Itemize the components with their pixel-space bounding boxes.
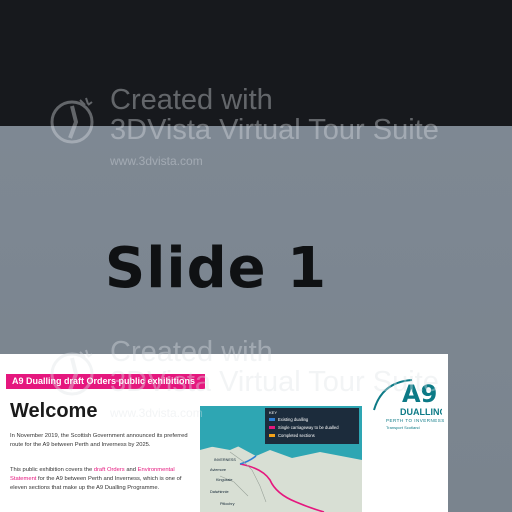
map-legend: KEY Existing dualling Single carriageway… — [265, 408, 359, 444]
exhibition-paragraph-end: for the A9 between Perth and Inverness, … — [10, 476, 182, 491]
exhibition-paragraph-mid: and — [124, 467, 138, 473]
exhibition-banner: A9 Dualling draft Orders public exhibiti… — [6, 374, 206, 389]
logo-letters: A9 — [402, 380, 437, 408]
legend-row: Completed sections — [269, 433, 315, 439]
a9-dualling-logo: A9 DUALLING — [373, 379, 442, 417]
tour-viewer: Slide 1 A9 Dualling draft Orders public … — [0, 0, 512, 512]
legend-row: Existing dualling — [269, 417, 308, 423]
legend-row: Single carriageway to be dualled — [269, 425, 339, 431]
legend-label: Single carriageway to be dualled — [278, 425, 339, 430]
slide-title: Slide 1 — [104, 236, 328, 301]
exhibition-paragraph: This public exhibition covers the draft … — [10, 466, 196, 493]
legend-label: Completed sections — [278, 433, 315, 438]
top-band — [0, 0, 512, 126]
welcome-heading: Welcome — [10, 400, 98, 422]
exhibition-panel[interactable]: A9 Dualling draft Orders public exhibiti… — [0, 354, 448, 512]
draft-orders-link[interactable]: draft Orders — [94, 467, 125, 473]
intro-paragraph: In November 2019, the Scottish Governmen… — [10, 433, 188, 448]
legend-swatch — [269, 418, 275, 422]
legend-title: KEY — [269, 410, 278, 415]
logo-word: DUALLING — [400, 407, 442, 417]
map-label: INVERNESS — [214, 458, 236, 462]
map-label: Kingussie — [216, 478, 233, 482]
legend-label: Existing dualling — [278, 417, 309, 422]
route-map[interactable]: KEY Existing dualling Single carriageway… — [200, 406, 362, 512]
map-label: Dalwhinnie — [210, 490, 229, 494]
logo-agency: Transport Scotland — [386, 425, 420, 430]
legend-swatch — [269, 434, 275, 438]
map-label: Pitlochry — [220, 502, 235, 506]
logo-subtitle: PERTH TO INVERNESS — [386, 418, 445, 423]
legend-swatch — [269, 426, 275, 430]
exhibition-paragraph-start: This public exhibition covers the — [10, 467, 94, 473]
map-label: Aviemore — [210, 468, 226, 472]
